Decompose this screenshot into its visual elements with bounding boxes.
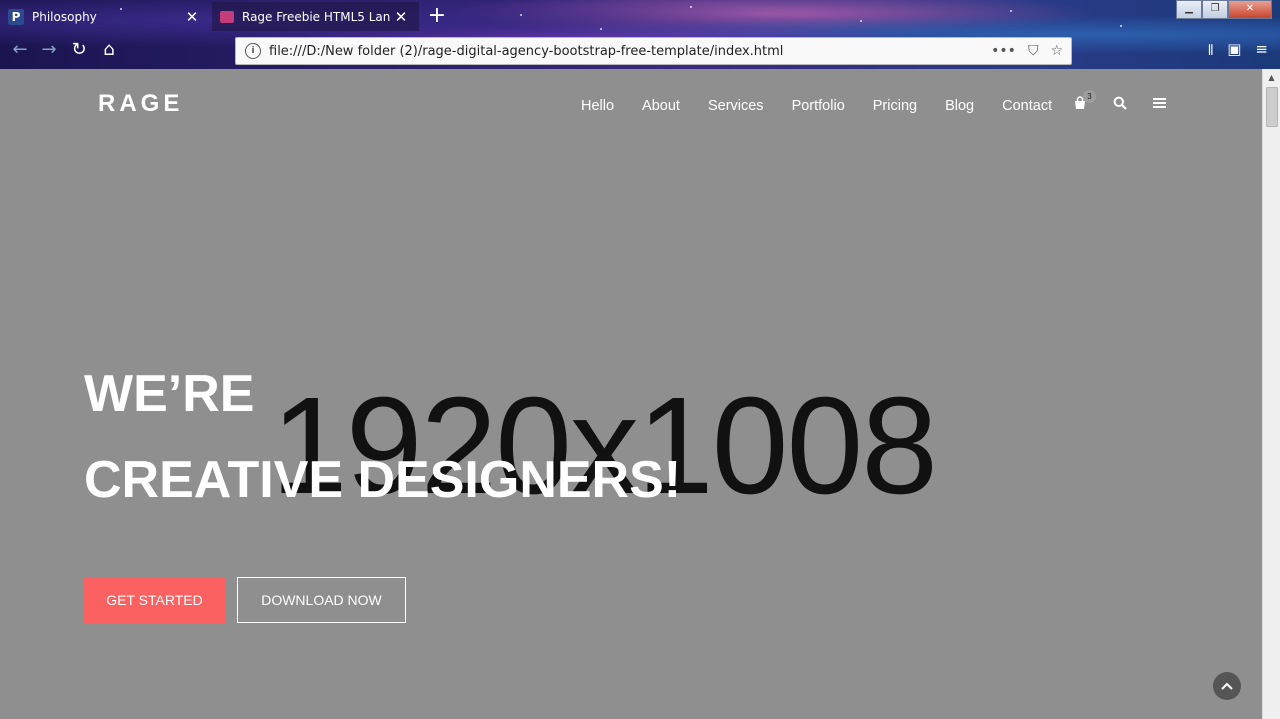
bookmark-star-icon[interactable]: ☆ bbox=[1050, 43, 1063, 59]
home-icon[interactable]: ⌂ bbox=[97, 38, 121, 62]
tab-favicon-icon: P bbox=[8, 8, 24, 25]
browser-chrome: P Philosophy ✕ Rage Freebie HTML5 Landin… bbox=[0, 0, 1280, 69]
nav-link-services[interactable]: Services bbox=[708, 98, 764, 114]
page-actions-icon[interactable]: ••• bbox=[991, 43, 1016, 59]
scroll-to-top-button[interactable] bbox=[1213, 672, 1241, 700]
nav-link-portfolio[interactable]: Portfolio bbox=[792, 98, 845, 114]
decor-star bbox=[520, 14, 522, 16]
library-icon[interactable]: 𝍪 bbox=[1208, 40, 1213, 65]
tab-title: Rage Freebie HTML5 Landing p bbox=[242, 9, 391, 24]
info-icon[interactable]: i bbox=[245, 43, 261, 59]
url-text[interactable]: file:///D:/New folder (2)/rage-digital-a… bbox=[269, 44, 991, 59]
tab-title: Philosophy bbox=[32, 9, 97, 24]
tab-philosophy[interactable]: P Philosophy ✕ bbox=[0, 2, 210, 31]
close-tab-icon[interactable]: ✕ bbox=[182, 8, 202, 26]
scrollbar-thumb[interactable] bbox=[1266, 87, 1278, 127]
web-page: RAGE Hello About Services Portfolio Pric… bbox=[0, 69, 1263, 719]
pocket-icon[interactable]: ⛉ bbox=[1028, 43, 1039, 59]
decor-star bbox=[600, 28, 602, 30]
nav-link-contact[interactable]: Contact bbox=[1002, 98, 1052, 114]
minimize-icon[interactable]: ▁ bbox=[1176, 0, 1202, 19]
tab-rage[interactable]: Rage Freebie HTML5 Landing p ✕ bbox=[212, 2, 419, 31]
back-icon[interactable]: ← bbox=[8, 38, 32, 62]
get-started-button[interactable]: GET STARTED bbox=[84, 577, 225, 623]
cart-count-badge: 3 bbox=[1083, 90, 1096, 103]
cart-button[interactable]: 3 bbox=[1073, 90, 1096, 110]
close-window-icon[interactable]: ✕ bbox=[1228, 0, 1272, 19]
nav-link-hello[interactable]: Hello bbox=[581, 98, 614, 114]
reload-icon[interactable]: ↻ bbox=[67, 38, 91, 62]
address-bar[interactable]: i file:///D:/New folder (2)/rage-digital… bbox=[235, 37, 1072, 65]
main-nav: Hello About Services Portfolio Pricing B… bbox=[581, 98, 1080, 114]
scroll-up-arrow-icon[interactable]: ▲ bbox=[1263, 69, 1280, 86]
hero-heading-line1: WE’RE bbox=[84, 365, 255, 423]
tab-favicon-icon bbox=[220, 10, 234, 23]
chevron-up-icon bbox=[1221, 682, 1233, 690]
decor-star bbox=[860, 20, 862, 22]
hamburger-menu-icon[interactable]: ≡ bbox=[1255, 40, 1268, 65]
hero-heading-line2: CREATIVE DESIGNERS! bbox=[84, 451, 682, 509]
decor-star bbox=[1120, 25, 1122, 27]
vertical-scrollbar[interactable]: ▲ bbox=[1262, 69, 1280, 719]
site-logo[interactable]: RAGE bbox=[98, 90, 183, 118]
nav-link-blog[interactable]: Blog bbox=[945, 98, 974, 114]
decor-star bbox=[690, 6, 692, 8]
close-tab-icon[interactable]: ✕ bbox=[391, 8, 411, 26]
decor-star bbox=[1010, 10, 1012, 12]
new-tab-icon[interactable]: + bbox=[427, 3, 447, 29]
nav-link-pricing[interactable]: Pricing bbox=[873, 98, 917, 114]
forward-icon[interactable]: → bbox=[37, 38, 61, 62]
search-icon[interactable] bbox=[1113, 96, 1127, 110]
nav-link-about[interactable]: About bbox=[642, 98, 680, 114]
restore-icon[interactable]: ❐ bbox=[1202, 0, 1228, 19]
sidebar-icon[interactable]: ▣ bbox=[1227, 40, 1241, 65]
download-now-button[interactable]: DOWNLOAD NOW bbox=[237, 577, 406, 623]
window-controls: ▁ ❐ ✕ bbox=[1176, 0, 1272, 19]
menu-icon[interactable] bbox=[1153, 97, 1166, 109]
